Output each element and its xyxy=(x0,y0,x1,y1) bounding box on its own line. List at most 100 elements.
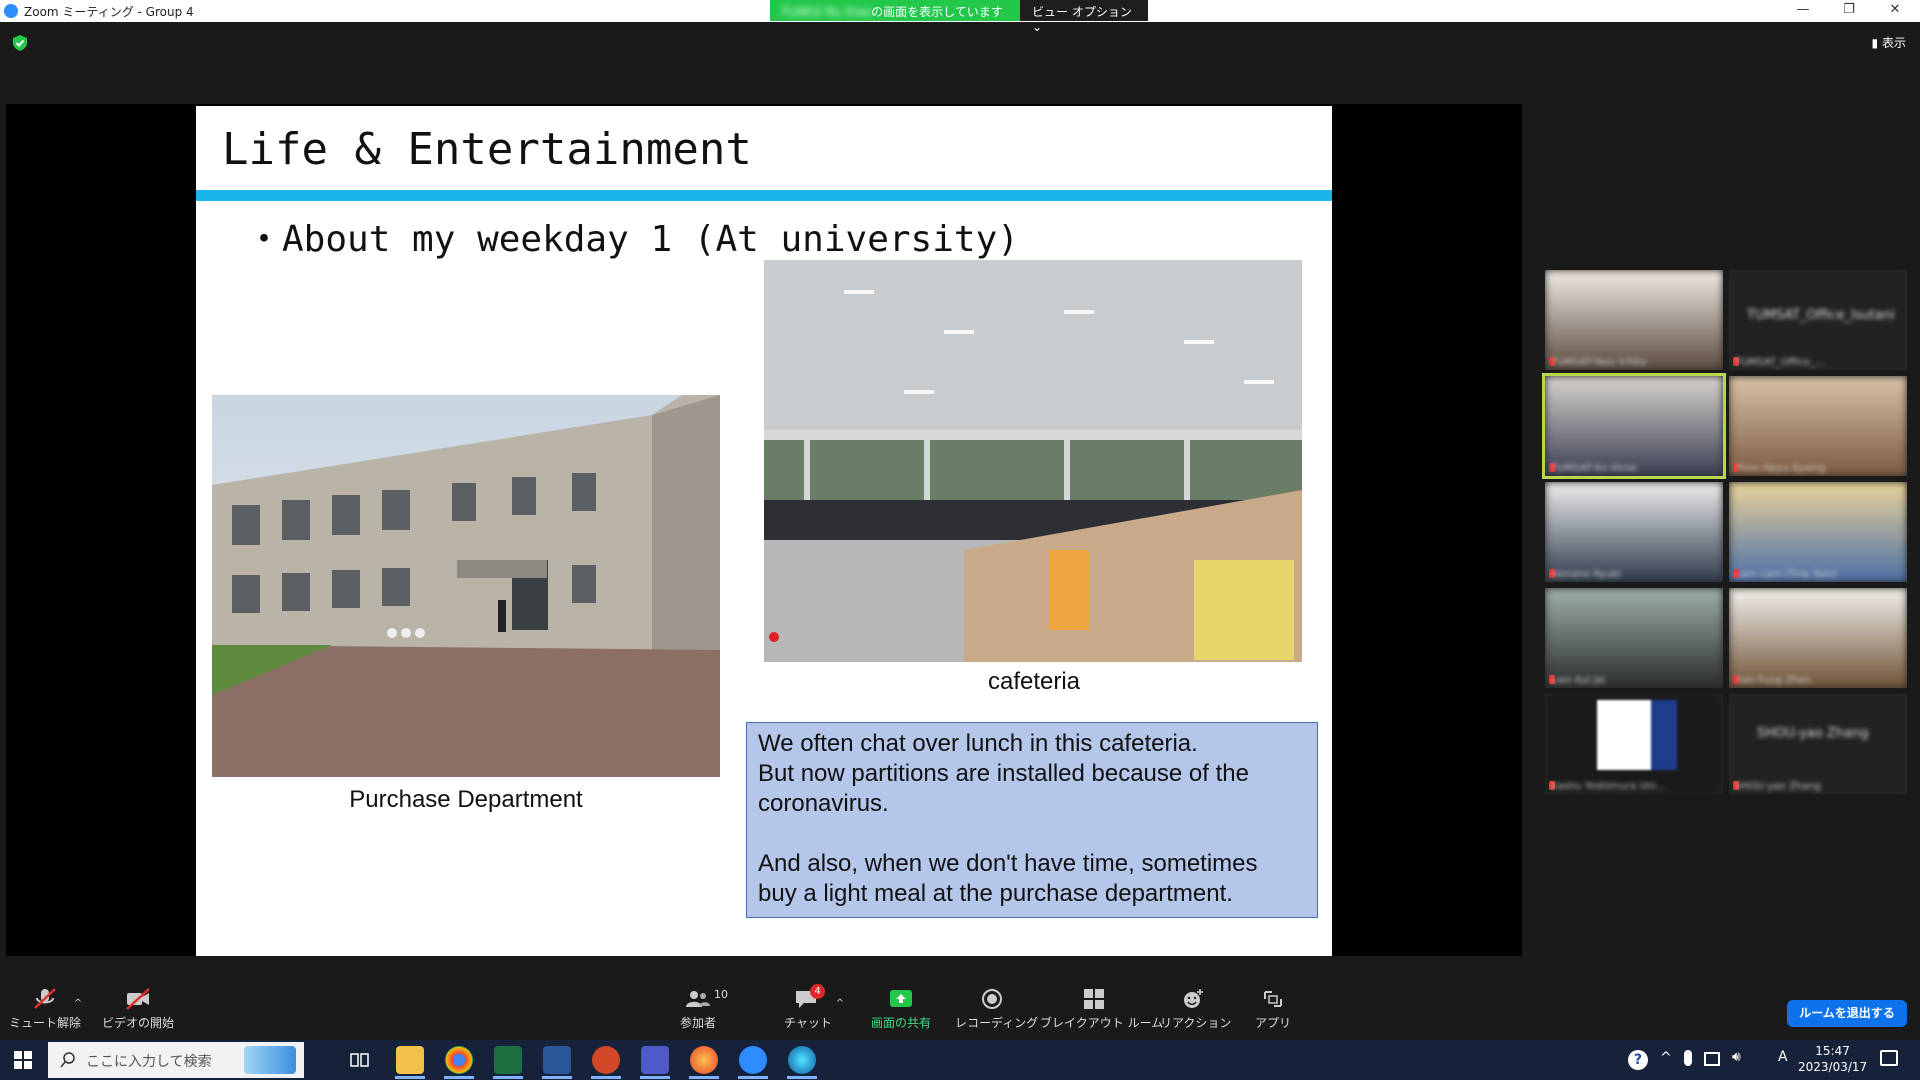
record-label: レコーディング xyxy=(955,1016,1039,1030)
search-placeholder: ここに入力して検索 xyxy=(86,1054,212,1070)
participant-tile-active-speaker[interactable]: TUMSAT-Ito Hiroe xyxy=(1542,373,1726,479)
view-options-button[interactable]: ビュー オプション ⌄ xyxy=(1020,0,1148,34)
participant-name: SHOU-yao Zhang xyxy=(1735,781,1821,792)
view-button[interactable]: ▮ 表示 xyxy=(1872,34,1906,51)
participant-tile[interactable]: Lien Kul Jai xyxy=(1545,588,1723,688)
participant-label: TUMSAT_Office_Isutani xyxy=(1747,308,1895,323)
record-icon xyxy=(982,989,1002,1009)
powerpoint-icon[interactable] xyxy=(592,1046,620,1074)
unmute-button[interactable]: ミュート解除 xyxy=(8,978,82,1038)
maximize-button[interactable]: ❐ xyxy=(1826,0,1872,22)
breakout-rooms-icon xyxy=(1084,989,1104,1009)
participant-avatar xyxy=(1597,700,1677,770)
participant-name: Phoo Hpyu Kyaing xyxy=(1735,463,1826,474)
volume-icon[interactable]: 🔊︎ xyxy=(1732,1049,1741,1065)
zoom-logo-icon xyxy=(4,4,18,18)
video-off-icon xyxy=(126,988,150,1010)
share-screen-button[interactable]: 画面の共有 xyxy=(866,978,936,1038)
chat-button[interactable]: 4 チャット xyxy=(784,978,832,1038)
running-app-indicator xyxy=(542,1076,572,1079)
running-app-indicator xyxy=(493,1076,523,1079)
participants-label: 参加者 xyxy=(679,1016,716,1030)
running-app-indicator xyxy=(395,1076,425,1079)
search-highlight-icon xyxy=(244,1046,296,1074)
participant-tile[interactable]: Kashu Yoshimura Uni... xyxy=(1545,694,1723,794)
participant-tile[interactable]: Lam Lam (Tina Tam) xyxy=(1729,482,1907,582)
close-button[interactable]: ✕ xyxy=(1872,0,1918,22)
cafeteria-caption: cafeteria xyxy=(987,668,1081,695)
zoom-taskbar-icon[interactable] xyxy=(739,1046,767,1074)
muted-microphone-icon xyxy=(34,988,56,1009)
participant-tile[interactable]: Yamane Ryuki xyxy=(1545,482,1723,582)
slide-title: Life & Entertainment xyxy=(222,124,752,175)
leave-room-button[interactable]: ルームを退出する xyxy=(1787,1000,1907,1027)
textbox-line: But now partitions are installed because… xyxy=(758,760,1249,787)
textbox-line: coronavirus. xyxy=(758,790,889,817)
reactions-button[interactable]: リアクション xyxy=(1160,978,1231,1038)
help-icon[interactable]: ? xyxy=(1628,1050,1648,1070)
cafeteria-photo xyxy=(764,260,1302,662)
minimize-button[interactable]: — xyxy=(1780,0,1826,22)
participant-name: Lam Lam (Tina Tam) xyxy=(1735,569,1837,580)
chrome-icon[interactable] xyxy=(445,1046,473,1074)
participant-tile[interactable]: TUMSAT-Yasu Ichita xyxy=(1545,270,1723,370)
participant-name: TUMSAT_Office_... xyxy=(1735,357,1825,368)
grid-icon: ▮ xyxy=(1871,36,1879,50)
taskbar-clock[interactable]: 15:47 2023/03/17 xyxy=(1798,1043,1867,1075)
purchase-department-caption: Purchase Department xyxy=(349,786,583,813)
participant-tile[interactable]: SHOU-yao Zhang SHOU-yao Zhang xyxy=(1729,694,1907,794)
taskbar-search-box[interactable]: ここに入力して検索 xyxy=(48,1042,304,1078)
participants-button[interactable]: 10 参加者 xyxy=(670,978,728,1038)
reactions-icon xyxy=(1184,989,1203,1008)
word-icon[interactable] xyxy=(543,1046,571,1074)
show-hidden-icons-chevron-icon[interactable]: ^ xyxy=(1660,1050,1672,1066)
network-icon[interactable] xyxy=(1704,1052,1720,1066)
chat-unread-badge: 4 xyxy=(810,984,825,999)
meeting-toolbar: ミュート解除 ^ ビデオの開始 10 参加者 4 チャット ^ 画面の共有 レコ… xyxy=(0,978,1920,1040)
breakout-rooms-label: ブレイクアウト ルーム xyxy=(1040,1016,1164,1030)
search-icon xyxy=(60,1052,75,1068)
running-app-indicator xyxy=(689,1076,719,1079)
start-video-button[interactable]: ビデオの開始 xyxy=(100,978,176,1038)
slide-textbox: We often chat over lunch in this cafeter… xyxy=(746,722,1318,918)
running-app-indicator xyxy=(787,1076,817,1079)
apps-label: アプリ xyxy=(1254,1016,1291,1030)
windows-start-icon[interactable] xyxy=(14,1051,32,1069)
participant-tile[interactable]: Phoo Hpyu Kyaing xyxy=(1729,376,1907,476)
start-video-label: ビデオの開始 xyxy=(101,1016,174,1030)
unmute-label: ミュート解除 xyxy=(8,1016,81,1030)
purchase-department-photo xyxy=(212,395,720,777)
screen-share-banner: FUWUI Ru Xiaoの画面を表示しています ビュー オプション ⌄ xyxy=(770,0,1148,34)
firefox-icon[interactable] xyxy=(690,1046,718,1074)
ime-indicator[interactable]: A xyxy=(1778,1049,1788,1065)
view-button-label: 表示 xyxy=(1881,36,1906,50)
presentation-slide: Life & Entertainment ・About my weekday 1… xyxy=(196,106,1332,956)
reactions-label: リアクション xyxy=(1160,1016,1232,1030)
sharing-text: の画面を表示しています xyxy=(871,5,1003,19)
participant-name: Yamane Ryuki xyxy=(1551,569,1621,580)
participants-count: 10 xyxy=(714,988,728,1001)
apps-button[interactable]: アプリ xyxy=(1248,978,1298,1038)
notifications-icon[interactable] xyxy=(1880,1050,1898,1066)
teams-icon[interactable] xyxy=(641,1046,669,1074)
share-screen-label: 画面の共有 xyxy=(870,1016,931,1030)
edge-icon[interactable] xyxy=(788,1046,816,1074)
running-app-indicator xyxy=(738,1076,768,1079)
microphone-tray-icon[interactable] xyxy=(1684,1050,1692,1066)
window-title: Zoom ミーティング - Group 4 xyxy=(24,4,194,19)
security-shield-icon[interactable] xyxy=(12,34,28,52)
breakout-rooms-button[interactable]: ブレイクアウト ルーム xyxy=(1040,978,1163,1038)
running-app-indicator xyxy=(591,1076,621,1079)
task-view-icon[interactable] xyxy=(350,1050,370,1070)
participant-name: TUMSAT-Ito Hiroe xyxy=(1551,463,1638,474)
file-explorer-icon[interactable] xyxy=(396,1046,424,1074)
participants-icon xyxy=(686,991,710,1007)
participant-tile[interactable]: TUMSAT_Office_Isutani TUMSAT_Office_... xyxy=(1729,270,1907,370)
participant-name: Lien Kul Jai xyxy=(1551,675,1606,686)
excel-icon[interactable] xyxy=(494,1046,522,1074)
share-screen-icon xyxy=(890,990,912,1007)
clock-date: 2023/03/17 xyxy=(1798,1060,1868,1074)
record-button[interactable]: レコーディング xyxy=(955,978,1038,1038)
running-app-indicator xyxy=(640,1076,670,1079)
participant-tile[interactable]: Yuki Fung Zhen xyxy=(1729,588,1907,688)
